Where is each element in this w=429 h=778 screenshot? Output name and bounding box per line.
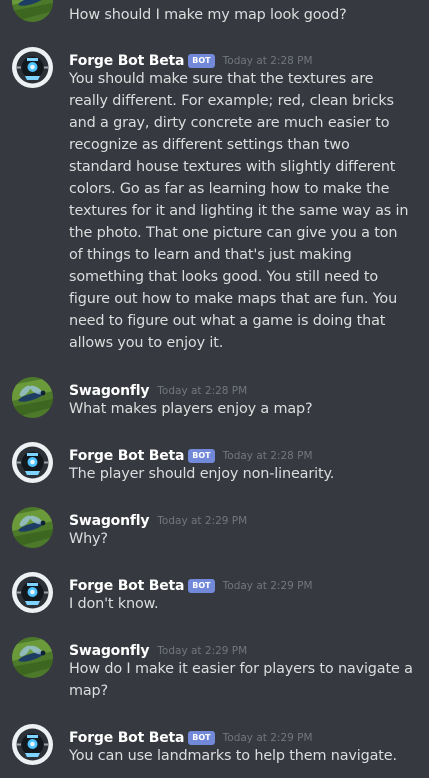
- message-header: Forge Bot Beta BOT Today at 2:29 PM: [69, 575, 313, 594]
- bot-avatar[interactable]: [12, 442, 53, 483]
- message-content: What makes players enjoy a map?: [69, 401, 313, 417]
- forge-bot-avatar-icon: [12, 724, 53, 765]
- message-header: Forge Bot Beta BOT Today at 2:28 PM: [69, 445, 313, 464]
- user-avatar[interactable]: [12, 0, 53, 22]
- dragonfly-avatar-icon: [12, 637, 53, 678]
- message-content: You can use landmarks to help them navig…: [69, 748, 397, 764]
- user-avatar[interactable]: [12, 507, 53, 548]
- message-header: Swagonfly Today at 2:29 PM: [69, 510, 247, 529]
- author-name[interactable]: Forge Bot Beta: [69, 448, 184, 464]
- timestamp[interactable]: Today at 2:29 PM: [157, 515, 247, 527]
- user-avatar[interactable]: [12, 377, 53, 418]
- timestamp[interactable]: Today at 2:28 PM: [157, 385, 247, 397]
- bot-avatar[interactable]: [12, 47, 53, 88]
- author-name[interactable]: Forge Bot Beta: [69, 578, 184, 594]
- forge-bot-avatar-icon: [12, 572, 53, 613]
- dragonfly-avatar-icon: [12, 0, 53, 22]
- dragonfly-avatar-icon: [12, 507, 53, 548]
- bot-avatar[interactable]: [12, 572, 53, 613]
- message-header: Swagonfly Today at 2:29 PM: [69, 640, 247, 659]
- author-name[interactable]: Forge Bot Beta: [69, 53, 184, 69]
- message-content: The player should enjoy non-linearity.: [69, 466, 335, 482]
- message-content: You should make sure that the textures a…: [69, 71, 409, 351]
- message-content: How do I make it easier for players to n…: [69, 661, 413, 699]
- message-header: Forge Bot Beta BOT Today at 2:28 PM: [69, 50, 313, 69]
- forge-bot-avatar-icon: [12, 47, 53, 88]
- timestamp[interactable]: Today at 2:29 PM: [223, 732, 313, 744]
- bot-avatar[interactable]: [12, 724, 53, 765]
- user-avatar[interactable]: [12, 637, 53, 678]
- message-content: I don't know.: [69, 596, 159, 612]
- bot-badge: BOT: [188, 579, 215, 593]
- bot-badge: BOT: [188, 449, 215, 463]
- timestamp[interactable]: Today at 2:29 PM: [223, 580, 313, 592]
- author-name[interactable]: Swagonfly: [69, 383, 149, 399]
- dragonfly-avatar-icon: [12, 377, 53, 418]
- author-name[interactable]: Swagonfly: [69, 513, 149, 529]
- message-content: How should I make my map look good?: [69, 7, 347, 23]
- forge-bot-avatar-icon: [12, 442, 53, 483]
- message-header: Swagonfly Today at 2:28 PM: [69, 380, 247, 399]
- author-name[interactable]: Swagonfly: [69, 643, 149, 659]
- timestamp[interactable]: Today at 2:29 PM: [157, 645, 247, 657]
- bot-badge: BOT: [188, 731, 215, 745]
- timestamp[interactable]: Today at 2:28 PM: [223, 450, 313, 462]
- author-name[interactable]: Forge Bot Beta: [69, 730, 184, 746]
- message-content: Why?: [69, 531, 108, 547]
- bot-badge: BOT: [188, 54, 215, 68]
- timestamp[interactable]: Today at 2:28 PM: [223, 55, 313, 67]
- message-header: Forge Bot Beta BOT Today at 2:29 PM: [69, 727, 313, 746]
